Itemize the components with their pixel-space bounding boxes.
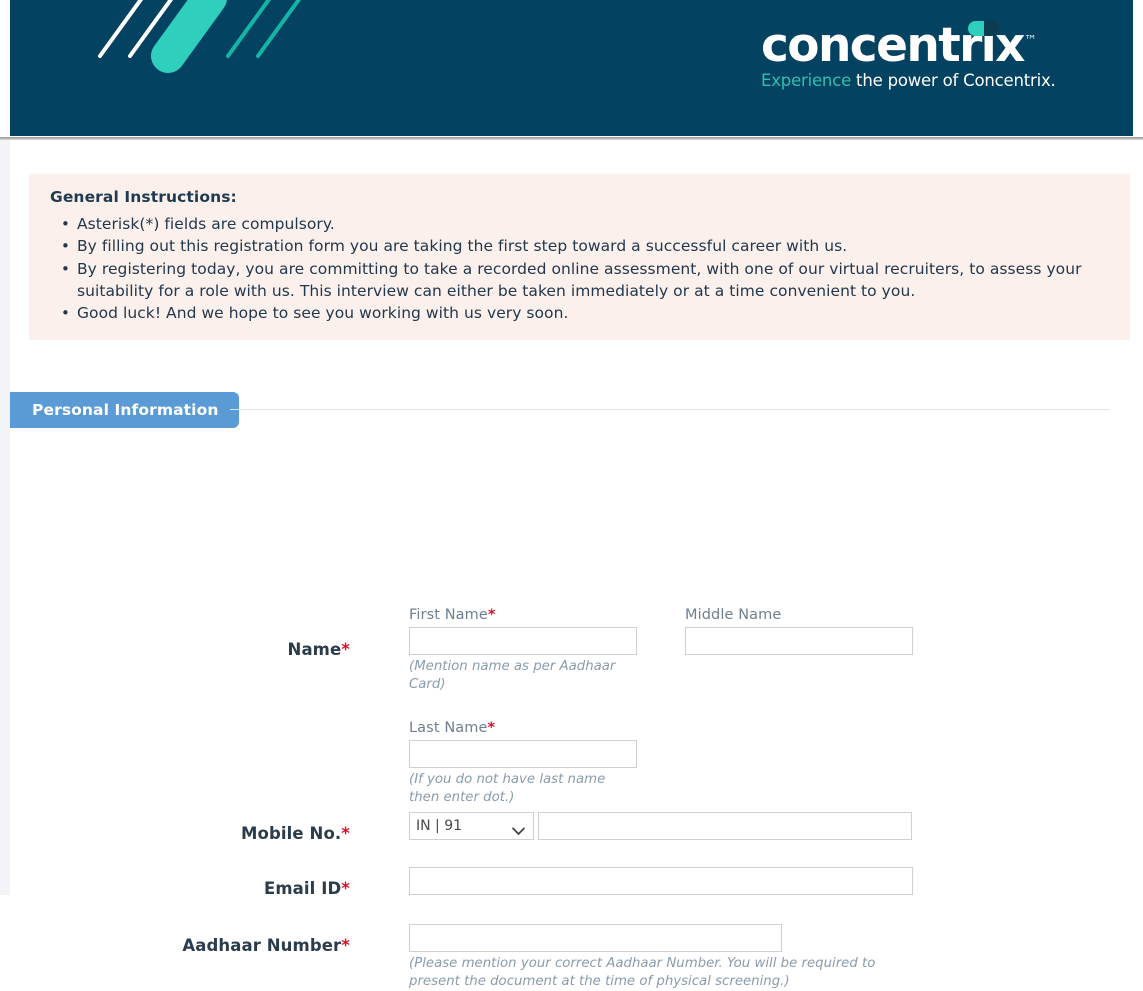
last-name-label-text: Last Name [409,720,488,736]
list-item: By filling out this registration form yo… [61,235,1107,258]
brand-tagline: Experience the power of Concentrix. [761,71,1061,90]
name-label-text: Name [287,640,342,659]
aadhaar-number-input[interactable] [409,924,782,952]
last-name-group: Last Name* (If you do not have last name… [409,720,639,807]
first-name-group: First Name* (Mention name as per Aadhaar… [409,607,639,694]
header-brand-band: concentrix™ Experience the power of Conc… [10,0,1133,136]
list-item: By registering today, you are committing… [61,258,1107,303]
email-label-text: Email ID [263,879,342,898]
general-instructions-panel: General Instructions: Asterisk(*) fields… [29,174,1130,341]
brand-dot-icon [967,21,999,36]
country-code-select[interactable]: IN | 91 [409,812,534,840]
last-name-hint: (If you do not have last name then enter… [409,772,606,805]
mobile-field-group: IN | 91 [409,812,912,840]
last-name-input[interactable] [409,740,637,768]
required-asterisk: * [341,640,350,659]
mobile-number-input[interactable] [538,812,912,840]
required-asterisk: * [487,720,496,736]
tabstrip-rule [230,409,1110,410]
email-input[interactable] [409,867,913,895]
aadhaar-field-group: (Please mention your correct Aadhaar Num… [409,924,929,991]
list-item: Good luck! And we hope to see you workin… [61,302,1107,325]
email-field-group [409,867,913,895]
page-background: General Instructions: Asterisk(*) fields… [0,140,1143,989]
required-asterisk: * [341,936,350,955]
aadhaar-row-label: Aadhaar Number* [0,936,350,955]
mobile-row-label: Mobile No.* [0,824,350,843]
first-name-label: First Name* [409,607,639,623]
aadhaar-hint: (Please mention your correct Aadhaar Num… [409,956,876,989]
list-item: Asterisk(*) fields are compulsory. [61,213,1107,236]
first-name-input[interactable] [409,627,637,655]
email-row-label: Email ID* [0,879,350,898]
mobile-label-text: Mobile No. [241,824,342,843]
trademark-icon: ™ [1023,33,1037,49]
instructions-title: General Instructions: [50,188,237,206]
brand-wordmark: concentrix™ [761,21,1037,69]
middle-name-input[interactable] [685,627,913,655]
page-header: concentrix™ Experience the power of Conc… [0,0,1143,140]
country-code-select-wrap[interactable]: IN | 91 [409,812,534,840]
brand-lockup: concentrix™ Experience the power of Conc… [761,21,1061,90]
brand-tagline-accent: Experience [761,71,852,90]
required-asterisk: * [341,879,350,898]
first-name-hint: (Mention name as per Aadhaar Card) [409,659,616,692]
middle-name-group: Middle Name [685,607,915,655]
concentrix-chevrons-logo-icon [80,0,320,88]
tab-personal-information[interactable]: Personal Information [10,392,240,428]
middle-name-label: Middle Name [685,607,782,623]
instructions-list: Asterisk(*) fields are compulsory. By fi… [29,213,1130,325]
first-name-label-text: First Name [409,607,488,623]
content-card: General Instructions: Asterisk(*) fields… [10,140,1143,989]
brand-tagline-rest: the power of Concentrix. [851,71,1056,90]
name-row-label: Name* [0,640,350,659]
required-asterisk: * [487,607,496,623]
required-asterisk: * [341,824,350,843]
aadhaar-label-text: Aadhaar Number [182,936,342,955]
last-name-label: Last Name* [409,720,639,736]
tabstrip: Personal Information [10,392,1143,428]
